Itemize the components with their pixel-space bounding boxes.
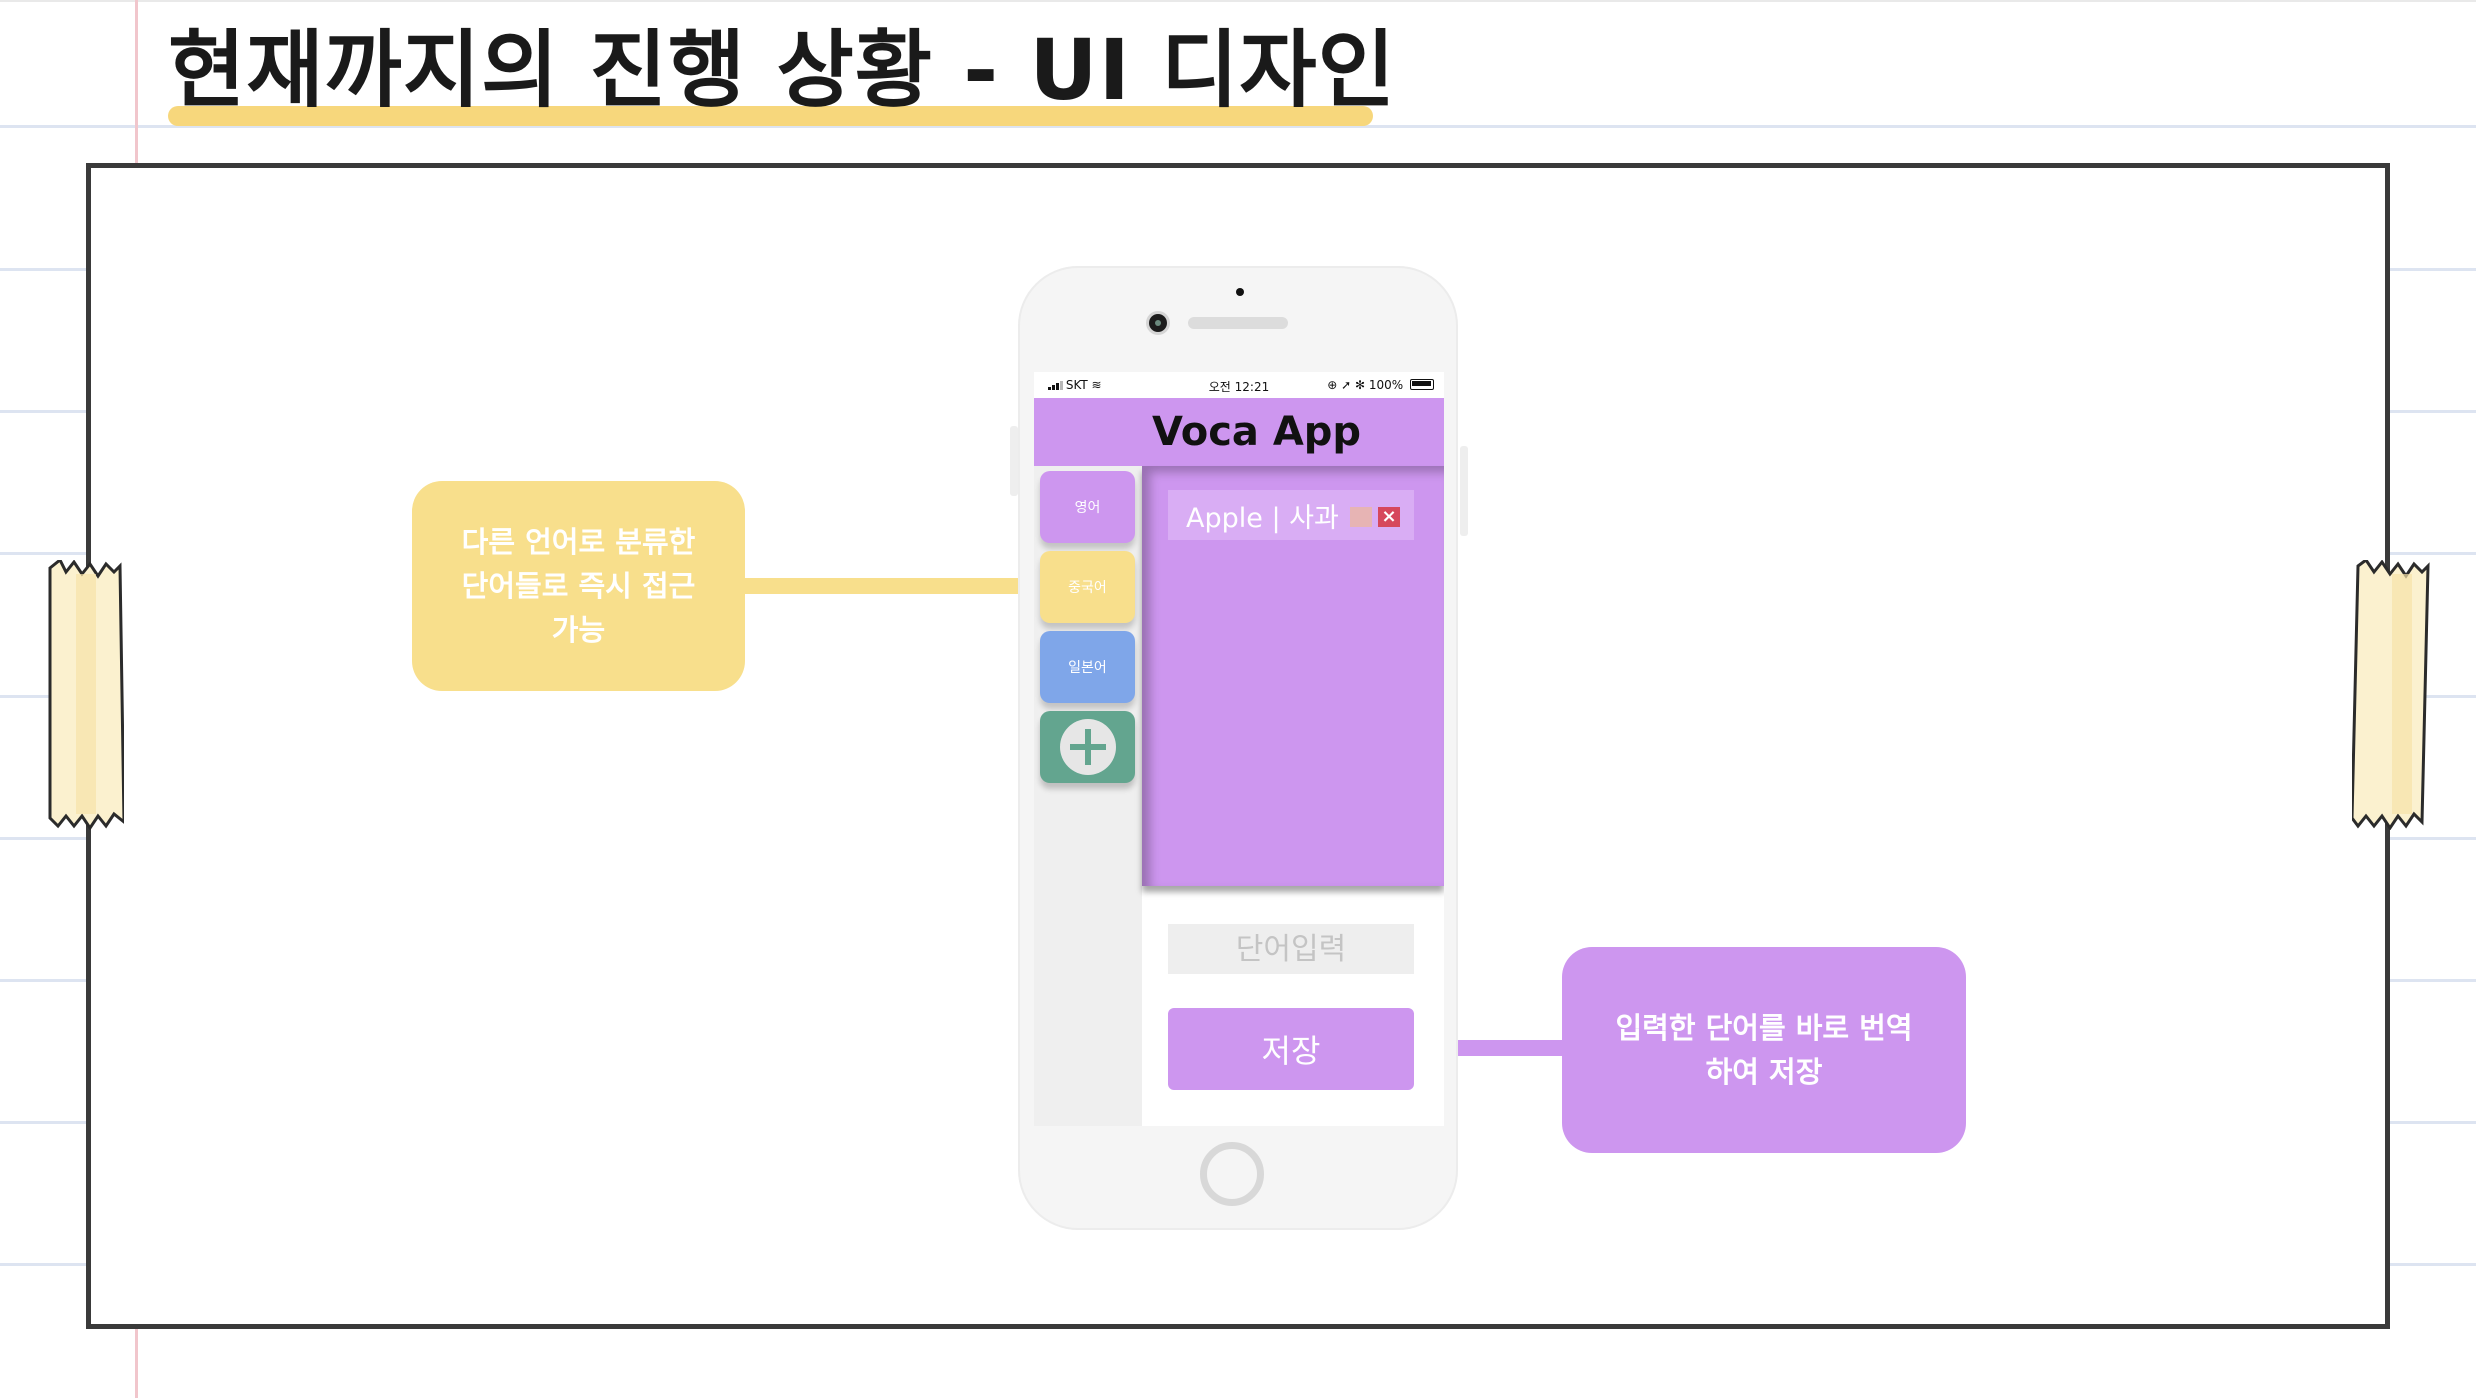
status-bar: SKT ≋ 오전 12:21 ⊕ ➚ ✻ 100% bbox=[1034, 372, 1444, 398]
title-block: 현재까지의 진행 상황 - UI 디자인 bbox=[168, 14, 1396, 134]
callout-right-text: 입력한 단어를 바로 번역 하여 저장 bbox=[1615, 1011, 1913, 1089]
callout-left: 다른 언어로 분류한 단어들로 즉시 접근 가능 bbox=[412, 481, 745, 691]
status-right: ⊕ ➚ ✻ 100% bbox=[1327, 378, 1434, 392]
app-screen: SKT ≋ 오전 12:21 ⊕ ➚ ✻ 100% Voca App 영어 중국… bbox=[1034, 372, 1444, 1126]
battery-icon bbox=[1410, 379, 1434, 390]
app-title: Voca App bbox=[1151, 409, 1362, 455]
word-entry-text: Apple | 사과 bbox=[1186, 502, 1339, 534]
language-sidebar: 영어 중국어 일본어 bbox=[1034, 466, 1142, 1126]
word-input[interactable] bbox=[1168, 924, 1414, 974]
phone-speaker bbox=[1188, 317, 1288, 329]
callout-left-text: 다른 언어로 분류한 단어들로 즉시 접근 가능 bbox=[461, 525, 696, 647]
phone-sensor bbox=[1236, 288, 1244, 296]
plus-circle-icon bbox=[1060, 719, 1116, 775]
camera-icon bbox=[1149, 314, 1167, 332]
language-tab-chinese[interactable]: 중국어 bbox=[1040, 551, 1135, 623]
home-button[interactable] bbox=[1200, 1142, 1264, 1206]
word-list-item[interactable]: Apple | 사과 × bbox=[1168, 490, 1414, 540]
connector-left bbox=[745, 578, 1045, 594]
close-icon[interactable]: × bbox=[1378, 507, 1400, 527]
phone-mockup: SKT ≋ 오전 12:21 ⊕ ➚ ✻ 100% Voca App 영어 중국… bbox=[1010, 266, 1468, 1230]
language-tab-english[interactable]: 영어 bbox=[1040, 471, 1135, 543]
language-tab-japanese[interactable]: 일본어 bbox=[1040, 631, 1135, 703]
battery-percent: 100% bbox=[1368, 378, 1404, 392]
phone-side-button bbox=[1460, 446, 1468, 536]
tape-left bbox=[48, 560, 124, 830]
edit-square-icon[interactable] bbox=[1350, 507, 1372, 527]
slide-title: 현재까지의 진행 상황 - UI 디자인 bbox=[168, 21, 1396, 119]
page-top-border bbox=[0, 0, 2476, 2]
callout-right: 입력한 단어를 바로 번역 하여 저장 bbox=[1562, 947, 1966, 1153]
app-header: Voca App bbox=[1034, 398, 1444, 466]
add-language-button[interactable] bbox=[1040, 711, 1135, 783]
word-list-panel: Apple | 사과 × bbox=[1142, 466, 1444, 886]
phone-side-button bbox=[1010, 426, 1018, 496]
tape-right bbox=[2352, 560, 2430, 830]
location-icon: ⊕ ➚ ✻ bbox=[1327, 378, 1366, 392]
save-button[interactable]: 저장 bbox=[1168, 1008, 1414, 1090]
